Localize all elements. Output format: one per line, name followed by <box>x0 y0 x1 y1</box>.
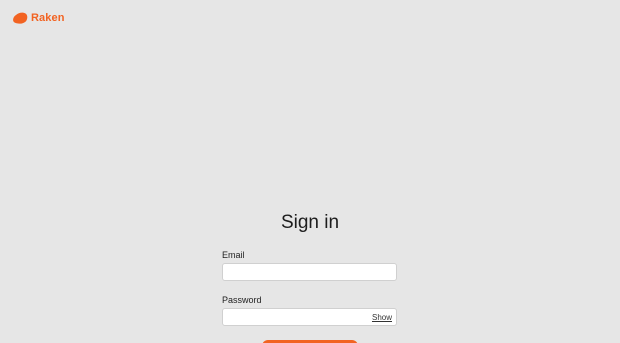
page: Raken Sign in Email Password Show <box>0 0 620 343</box>
password-field[interactable]: Show <box>222 308 397 326</box>
brand-logo[interactable]: Raken <box>12 11 65 25</box>
password-label: Password <box>222 295 262 305</box>
brand-name: Raken <box>31 12 65 24</box>
show-password-button[interactable]: Show <box>372 313 392 322</box>
email-label: Email <box>222 250 245 260</box>
signin-form: Sign in Email Password Show <box>222 209 398 326</box>
page-title: Sign in <box>280 212 340 233</box>
email-field[interactable] <box>222 263 397 281</box>
raken-logo-icon <box>13 12 28 24</box>
